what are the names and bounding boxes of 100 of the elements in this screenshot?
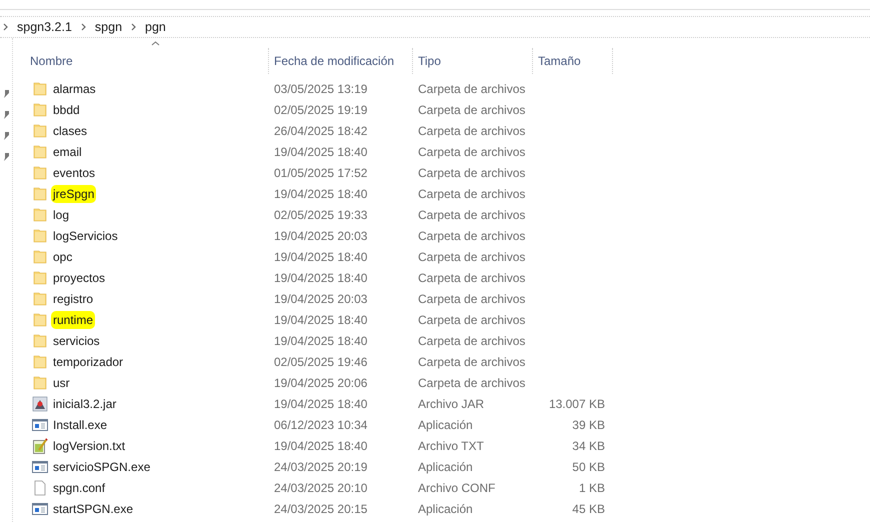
file-name[interactable]: logServicios	[53, 226, 118, 244]
folder-icon	[33, 186, 47, 200]
file-type: Aplicación	[418, 418, 473, 432]
chevron-icon	[80, 23, 86, 31]
file-name[interactable]: usr	[53, 374, 70, 392]
file-type: Carpeta de archivos	[418, 354, 526, 368]
file-type: Carpeta de archivos	[418, 166, 526, 180]
file-name[interactable]: servicioSPGN.exe	[53, 458, 150, 476]
file-name[interactable]: alarmas	[53, 80, 96, 98]
chevron-icon	[131, 23, 136, 31]
folder-icon	[33, 354, 47, 368]
modified-date: 24/03/2025 20:19	[274, 460, 368, 474]
file-name[interactable]: jreSpgn	[51, 184, 96, 202]
modified-date: 06/12/2023 10:34	[274, 418, 368, 432]
folder-icon	[33, 166, 47, 180]
modified-date: 19/04/2025 18:40	[274, 438, 368, 452]
breadcrumb-item[interactable]: pgn	[145, 18, 166, 36]
modified-date: 19/04/2025 20:06	[274, 376, 368, 390]
modified-date: 19/04/2025 18:40	[274, 186, 368, 200]
file-name[interactable]: startSPGN.exe	[53, 500, 134, 518]
file-name[interactable]: opc	[53, 248, 72, 266]
modified-date: 19/04/2025 18:40	[274, 270, 368, 284]
folder-icon	[33, 312, 47, 326]
file-type: Carpeta de archivos	[418, 102, 526, 116]
file-type: Carpeta de archivos	[418, 292, 526, 306]
file-type: Carpeta de archivos	[418, 312, 526, 326]
file-name[interactable]: servicios	[53, 332, 100, 350]
modified-date: 26/04/2025 18:42	[274, 124, 368, 138]
file-type: Carpeta de archivos	[418, 334, 526, 348]
file-name[interactable]: log	[53, 206, 70, 224]
file-name[interactable]: clases	[53, 122, 88, 140]
file-name[interactable]: email	[53, 142, 82, 160]
file-type: Carpeta de archivos	[418, 270, 526, 284]
folder-icon	[33, 292, 47, 306]
folder-icon	[33, 124, 47, 138]
modified-date: 01/05/2025 17:52	[274, 166, 368, 180]
modified-date: 02/05/2025 19:46	[274, 354, 368, 368]
file-size: 50 KB	[572, 458, 605, 476]
modified-date: 19/04/2025 20:03	[274, 228, 368, 242]
pin-icon[interactable]	[2, 131, 10, 140]
modified-date: 02/05/2025 19:19	[274, 102, 368, 116]
file-type: Carpeta de archivos	[418, 186, 526, 200]
column-header[interactable]: Tipo	[418, 52, 441, 70]
file-type: Carpeta de archivos	[418, 124, 526, 138]
file-type: Archivo JAR	[418, 396, 484, 410]
file-name[interactable]: eventos	[53, 164, 96, 182]
folder-icon	[33, 208, 47, 222]
pin-icon[interactable]	[2, 89, 10, 98]
file-name[interactable]: proyectos	[53, 268, 106, 286]
file-name[interactable]: bbdd	[53, 100, 80, 118]
pin-icon[interactable]	[2, 110, 10, 119]
pin-icon[interactable]	[2, 152, 10, 161]
file-name[interactable]: Install.exe	[53, 416, 108, 434]
file-type: Carpeta de archivos	[418, 376, 526, 390]
folder-icon	[33, 334, 47, 348]
breadcrumb-item[interactable]: spgn3.2.1	[17, 18, 72, 36]
text-file-icon	[32, 438, 48, 454]
file-name[interactable]: registro	[53, 290, 94, 308]
application-icon	[32, 418, 48, 432]
file-type: Aplicación	[418, 460, 473, 474]
modified-date: 19/04/2025 18:40	[274, 144, 368, 158]
application-icon	[32, 502, 48, 516]
modified-date: 24/03/2025 20:10	[274, 480, 368, 494]
file-name[interactable]: logVersion.txt	[53, 436, 126, 454]
file-name[interactable]: runtime	[51, 310, 96, 328]
folder-icon	[33, 144, 47, 158]
folder-icon	[33, 250, 47, 264]
file-size: 34 KB	[572, 438, 605, 454]
modified-date: 02/05/2025 19:33	[274, 208, 368, 222]
folder-icon	[33, 82, 47, 96]
modified-date: 19/04/2025 20:03	[274, 292, 368, 306]
file-size: 1 KB	[578, 480, 605, 496]
modified-date: 19/04/2025 18:40	[274, 334, 368, 348]
file-type: Carpeta de archivos	[418, 250, 526, 264]
file-type: Carpeta de archivos	[418, 228, 526, 242]
modified-date: 19/04/2025 18:40	[274, 250, 368, 264]
folder-icon	[33, 228, 47, 242]
file-type: Aplicación	[418, 502, 473, 516]
modified-date: 19/04/2025 18:40	[274, 312, 368, 326]
file-name[interactable]: temporizador	[53, 352, 124, 370]
folder-icon	[33, 270, 47, 284]
column-header[interactable]: Tamaño	[538, 52, 581, 70]
file-type: Archivo TXT	[418, 438, 484, 452]
file-icon	[33, 480, 47, 496]
column-header[interactable]: Nombre	[30, 52, 73, 70]
folder-icon	[33, 376, 47, 390]
file-name[interactable]: inicial3.2.jar	[53, 394, 116, 412]
modified-date: 24/03/2025 20:15	[274, 502, 368, 516]
file-size: 39 KB	[572, 416, 605, 434]
file-name[interactable]: spgn.conf	[53, 478, 106, 496]
application-icon	[32, 460, 48, 474]
column-header[interactable]: Fecha de modificación	[274, 52, 394, 70]
file-type: Carpeta de archivos	[418, 208, 526, 222]
breadcrumb-item[interactable]: spgn	[94, 18, 122, 36]
folder-icon	[33, 102, 47, 116]
chevron-icon	[3, 23, 8, 31]
file-type: Archivo CONF	[418, 480, 496, 494]
modified-date: 19/04/2025 18:40	[274, 396, 368, 410]
java-file-icon	[32, 396, 48, 412]
file-type: Carpeta de archivos	[418, 82, 526, 96]
